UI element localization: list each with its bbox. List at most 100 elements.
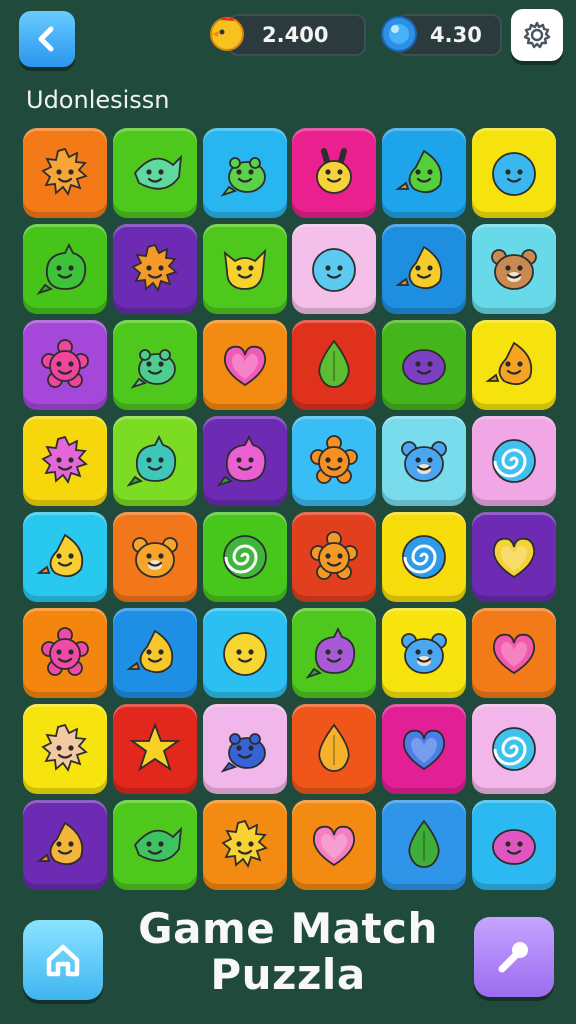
board-tile[interactable] <box>202 224 287 314</box>
board-tile[interactable] <box>292 800 377 890</box>
smile-face-icon <box>222 632 267 676</box>
sun-face-icon <box>41 435 88 484</box>
smile-face-icon <box>312 248 357 292</box>
board-tile[interactable] <box>382 608 467 698</box>
board-tile[interactable] <box>202 704 287 794</box>
board-tile[interactable] <box>23 128 107 218</box>
bird-face-icon <box>126 629 173 674</box>
spiral-icon <box>492 727 536 771</box>
home-button[interactable] <box>23 920 103 1000</box>
board-tile[interactable] <box>112 704 197 794</box>
fish-face-icon <box>133 154 182 190</box>
turtle-face-icon <box>220 157 266 197</box>
board-tile[interactable] <box>112 800 197 890</box>
dino-face-icon <box>305 626 356 679</box>
game-title-line1: Game Match <box>138 904 438 953</box>
fish-face-icon <box>133 826 182 862</box>
sun-face-icon <box>41 723 88 772</box>
board-tile[interactable] <box>292 416 377 506</box>
back-button[interactable] <box>19 11 75 67</box>
heart-icon <box>492 633 536 675</box>
bird-face-icon <box>395 245 443 290</box>
board-tile[interactable] <box>23 608 107 698</box>
sun-face-icon <box>41 147 88 196</box>
sun-face-icon <box>131 243 178 292</box>
blob-face-icon <box>402 349 447 385</box>
board-tile[interactable] <box>112 512 197 602</box>
board-tile[interactable] <box>112 416 197 506</box>
board-tile[interactable] <box>23 512 107 602</box>
board-tile[interactable] <box>382 704 467 794</box>
flower-face-icon <box>41 339 89 388</box>
board-tile[interactable] <box>292 320 377 410</box>
flower-face-icon <box>310 435 359 484</box>
board-tile[interactable] <box>472 512 556 602</box>
board-tile[interactable] <box>472 128 556 218</box>
spiral-icon <box>222 535 267 579</box>
magic-wand-button[interactable] <box>474 917 554 997</box>
board-tile[interactable] <box>382 224 467 314</box>
heart-icon <box>492 537 536 579</box>
board-tile[interactable] <box>472 704 556 794</box>
coin-counter: 2.400 <box>228 14 366 56</box>
board-tile[interactable] <box>202 608 287 698</box>
game-title: Game Match Puzzla <box>120 906 456 998</box>
chicken-coin-icon <box>210 16 244 51</box>
chevron-left-icon <box>38 26 54 52</box>
board-tile[interactable] <box>382 128 467 218</box>
board-tile[interactable] <box>472 608 556 698</box>
coin-count: 2.400 <box>262 23 329 47</box>
bear-face-icon <box>401 633 448 674</box>
heart-icon <box>223 345 266 387</box>
board-tile[interactable] <box>472 800 556 890</box>
bear-face-icon <box>491 249 537 290</box>
spiral-icon <box>402 535 447 579</box>
bird-face-icon <box>36 821 84 866</box>
board-tile[interactable] <box>292 704 377 794</box>
board-tile[interactable] <box>23 416 107 506</box>
bird-face-icon <box>485 341 533 386</box>
board-tile[interactable] <box>23 800 107 890</box>
dino-face-icon <box>216 434 266 487</box>
home-icon <box>46 944 80 977</box>
board-tile[interactable] <box>23 224 107 314</box>
board-tile[interactable] <box>382 416 467 506</box>
board-tile[interactable] <box>292 224 377 314</box>
bear-face-icon <box>401 441 448 482</box>
board-tile[interactable] <box>202 320 287 410</box>
board-tile[interactable] <box>472 224 556 314</box>
dino-face-icon <box>36 242 87 295</box>
turtle-face-icon <box>130 349 176 389</box>
board-tile[interactable] <box>292 128 377 218</box>
leaf-drop-icon <box>318 339 350 388</box>
leaf-drop-icon <box>318 723 350 772</box>
board-tile[interactable] <box>23 320 107 410</box>
board-tile[interactable] <box>202 512 287 602</box>
bird-face-icon <box>36 533 84 578</box>
cat-face-icon <box>223 248 266 290</box>
board-tile[interactable] <box>472 416 556 506</box>
top-bar: 2.400 4.30 <box>0 0 576 76</box>
board-tile[interactable] <box>202 800 287 890</box>
board-tile[interactable] <box>292 608 377 698</box>
flower-face-icon <box>310 531 359 580</box>
board-tile[interactable] <box>112 224 197 314</box>
heart-icon <box>313 825 356 867</box>
board-tile[interactable] <box>202 416 287 506</box>
bird-face-icon <box>395 149 443 194</box>
dino-face-icon <box>126 434 176 487</box>
board-tile[interactable] <box>472 320 556 410</box>
board-tile[interactable] <box>112 320 197 410</box>
board-tile[interactable] <box>382 320 467 410</box>
magic-wand-icon <box>498 942 528 973</box>
settings-button[interactable] <box>511 9 563 61</box>
board-tile[interactable] <box>382 512 467 602</box>
spiral-icon <box>492 439 536 483</box>
board-tile[interactable] <box>292 512 377 602</box>
board-tile[interactable] <box>382 800 467 890</box>
board-tile[interactable] <box>112 128 197 218</box>
board-tile[interactable] <box>202 128 287 218</box>
blob-face-icon <box>492 829 536 865</box>
board-tile[interactable] <box>23 704 107 794</box>
board-tile[interactable] <box>112 608 197 698</box>
